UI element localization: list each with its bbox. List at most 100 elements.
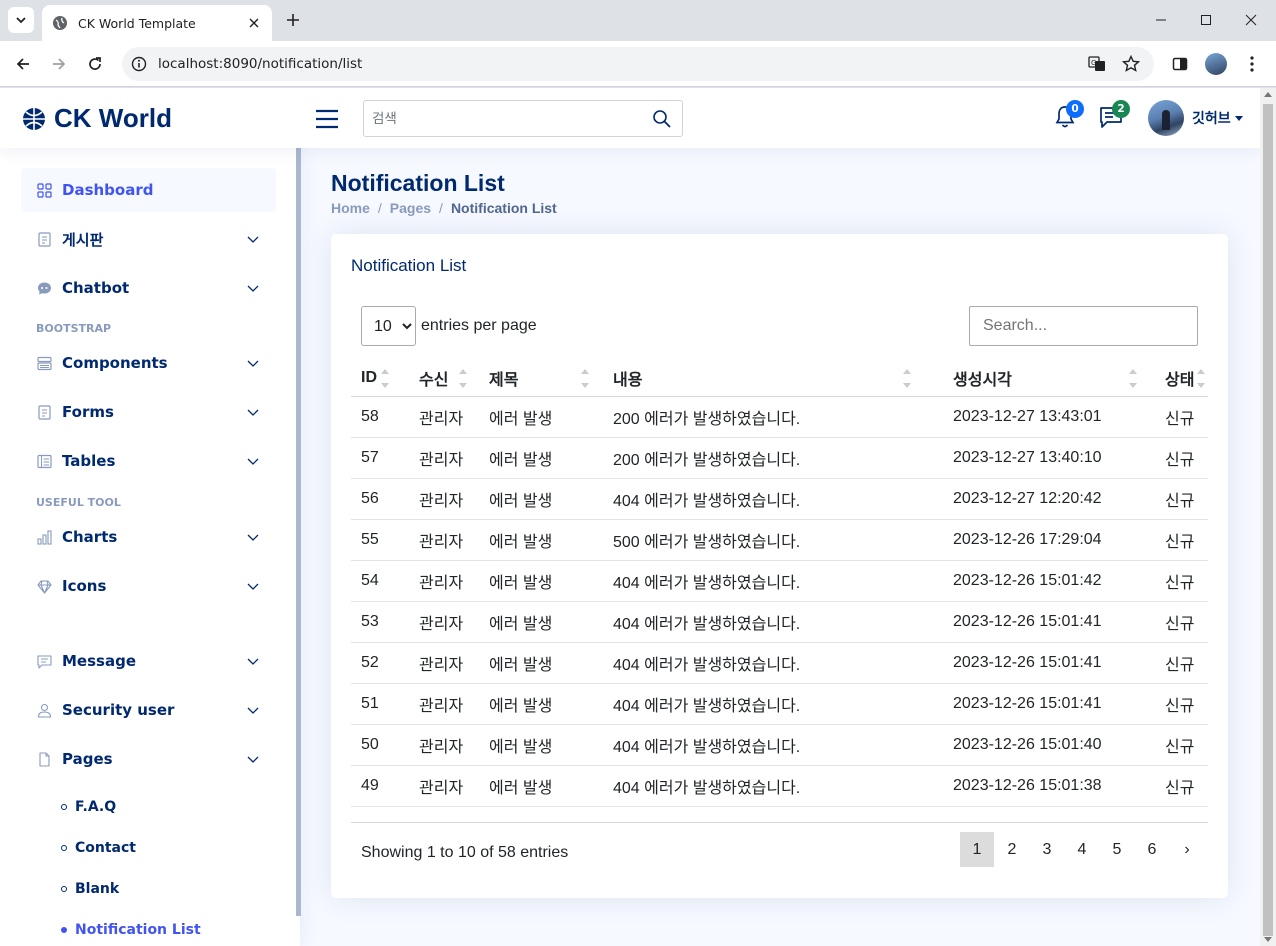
sidebar-subitem-contact[interactable]: Contact: [61, 840, 136, 856]
page-scrollbar[interactable]: [1260, 88, 1276, 946]
pagination-page-button[interactable]: 4: [1065, 832, 1099, 867]
table-row[interactable]: 55 관리자 에러 발생 500 에러가 발생하였습니다. 2023-12-26 17:…: [351, 519, 1208, 561]
tab-search-button[interactable]: [8, 7, 34, 33]
pagination-page-button[interactable]: 5: [1100, 832, 1134, 867]
sidebar-item-message[interactable]: Message: [21, 639, 276, 683]
arrow-right-icon: [53, 58, 66, 70]
pagination-page-button[interactable]: 3: [1030, 832, 1064, 867]
tab-title: CK World Template: [78, 15, 196, 31]
column-header-created[interactable]: 생성시각: [923, 360, 1141, 397]
more-menu-icon[interactable]: [1239, 51, 1265, 77]
side-panel-icon[interactable]: [1167, 51, 1193, 77]
table-cell: 2023-12-26 17:29:04: [923, 519, 1141, 561]
scrollbar-thumb[interactable]: [1263, 104, 1273, 936]
sidebar-subitem-faq[interactable]: F.A.Q: [61, 799, 116, 815]
new-tab-button[interactable]: [281, 8, 305, 32]
sidebar-subitem-notification-list[interactable]: Notification List: [61, 922, 201, 938]
scroll-down-arrow-icon[interactable]: [1264, 937, 1272, 942]
profile-avatar-icon[interactable]: [1203, 51, 1229, 77]
table-footer-divider: [351, 822, 1208, 823]
reload-button[interactable]: [81, 50, 109, 78]
breadcrumb-home[interactable]: Home: [331, 200, 370, 216]
column-header-status[interactable]: 상태: [1141, 360, 1208, 397]
table-row[interactable]: 49 관리자 에러 발생 404 에러가 발생하였습니다. 2023-12-26 15:…: [351, 765, 1208, 807]
table-row[interactable]: 57 관리자 에러 발생 200 에러가 발생하였습니다. 2023-12-27 13:…: [351, 437, 1208, 479]
column-header-label: 생성시각: [953, 371, 1012, 389]
table-cell: 2023-12-26 15:01:38: [923, 765, 1141, 807]
back-button[interactable]: [9, 50, 37, 78]
sidebar-item-icons[interactable]: Icons: [21, 564, 276, 608]
sidebar-item-charts[interactable]: Charts: [21, 515, 276, 559]
sidebar-item-forms[interactable]: Forms: [21, 390, 276, 434]
search-icon[interactable]: [652, 109, 672, 129]
table-row[interactable]: 50 관리자 에러 발생 404 에러가 발생하였습니다. 2023-12-26 15:…: [351, 724, 1208, 766]
browser-tab[interactable]: CK World Template: [42, 5, 272, 41]
table-cell: 에러 발생: [471, 601, 593, 643]
entries-per-page-select[interactable]: 10: [361, 306, 416, 346]
sidebar-item-board[interactable]: 게시판: [21, 217, 276, 261]
sidebar-scrollbar[interactable]: [296, 148, 301, 916]
chevron-down-icon: [247, 756, 259, 763]
close-window-button[interactable]: [1236, 8, 1266, 32]
table-row[interactable]: 56 관리자 에러 발생 404 에러가 발생하였습니다. 2023-12-27 12:…: [351, 478, 1208, 520]
forward-button[interactable]: [45, 50, 73, 78]
table-cell: 신규: [1141, 765, 1208, 807]
table-cell: 50: [351, 724, 401, 766]
sidebar-item-tables[interactable]: Tables: [21, 439, 276, 483]
table-row[interactable]: 51 관리자 에러 발생 404 에러가 발생하였습니다. 2023-12-26 15:…: [351, 683, 1208, 725]
pagination-next-button[interactable]: ›: [1170, 832, 1204, 867]
sidebar-item-chatbot[interactable]: Chatbot: [21, 266, 276, 310]
maximize-button[interactable]: [1191, 8, 1221, 32]
sidebar-item-security-user[interactable]: Security user: [21, 688, 276, 732]
translate-icon[interactable]: G: [1088, 55, 1106, 73]
sidebar-subitem-label: Notification List: [75, 922, 201, 938]
table-cell: 404 에러가 발생하였습니다.: [593, 724, 923, 766]
sidebar-item-components[interactable]: Components: [21, 341, 276, 385]
entries-per-page: 10 entries per page: [361, 306, 537, 346]
pagination-page-button[interactable]: 1: [960, 832, 994, 867]
messages-button[interactable]: 2: [1098, 100, 1130, 132]
pagination-page-button[interactable]: 6: [1135, 832, 1169, 867]
logo[interactable]: CK World: [22, 103, 172, 134]
url-text: localhost:8090/notification/list: [158, 56, 363, 72]
sidebar-item-pages[interactable]: Pages: [21, 737, 276, 781]
chevron-down-icon: [16, 17, 26, 24]
column-header-receiver[interactable]: 수신: [401, 360, 471, 397]
table-cell: 404 에러가 발생하였습니다.: [593, 642, 923, 684]
site-info-icon[interactable]: [130, 55, 148, 73]
profile-dropdown[interactable]: 깃허브: [1148, 100, 1243, 136]
address-bar[interactable]: localhost:8090/notification/list G: [122, 47, 1154, 81]
column-header-title[interactable]: 제목: [471, 360, 593, 397]
table-row[interactable]: 54 관리자 에러 발생 404 에러가 발생하였습니다. 2023-12-26 15:…: [351, 560, 1208, 602]
notifications-button[interactable]: 0: [1052, 100, 1084, 132]
column-header-id[interactable]: ID: [351, 360, 401, 397]
table-cell: 2023-12-27 13:43:01: [923, 396, 1141, 438]
sidebar-item-dashboard[interactable]: Dashboard: [21, 168, 276, 212]
column-header-content[interactable]: 내용: [593, 360, 923, 397]
table-cell: 관리자: [401, 437, 471, 479]
logo-globe-icon: [23, 107, 45, 130]
table-cell: 57: [351, 437, 401, 479]
bookmark-star-icon[interactable]: [1122, 55, 1140, 73]
table-search-input[interactable]: [969, 306, 1198, 346]
table-row[interactable]: 58 관리자 에러 발생 200 에러가 발생하였습니다. 2023-12-27 13:…: [351, 396, 1208, 438]
breadcrumb-pages[interactable]: Pages: [390, 200, 431, 216]
table-cell: 500 에러가 발생하였습니다.: [593, 519, 923, 561]
table-cell: 2023-12-26 15:01:41: [923, 601, 1141, 643]
header-search-input[interactable]: [364, 101, 644, 136]
minimize-button[interactable]: [1146, 8, 1176, 32]
scroll-up-arrow-icon[interactable]: [1264, 92, 1272, 97]
pagination-page-button[interactable]: 2: [995, 832, 1029, 867]
chevron-down-icon: [247, 360, 259, 367]
table-cell: 2023-12-27 12:20:42: [923, 478, 1141, 520]
layout-text-icon: [36, 453, 52, 469]
hamburger-menu-icon[interactable]: [314, 106, 340, 132]
table-row[interactable]: 53 관리자 에러 발생 404 에러가 발생하였습니다. 2023-12-26 15:…: [351, 601, 1208, 643]
sort-icon: [903, 369, 911, 389]
table-cell: 관리자: [401, 478, 471, 520]
tab-close-icon[interactable]: [246, 15, 262, 31]
bar-chart-icon: [36, 529, 52, 545]
sidebar-subitem-blank[interactable]: Blank: [61, 881, 119, 897]
notification-table: ID 수신 제목 내용 생성시각 상태 58 관리자 에러 발생 200 에러가 발생…: [351, 360, 1208, 807]
table-row[interactable]: 52 관리자 에러 발생 404 에러가 발생하였습니다. 2023-12-26 15:…: [351, 642, 1208, 684]
